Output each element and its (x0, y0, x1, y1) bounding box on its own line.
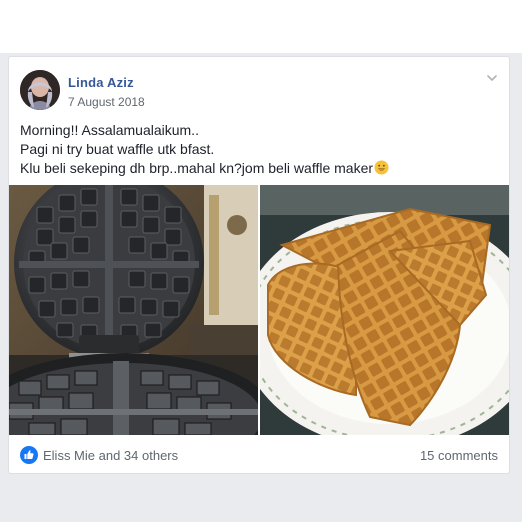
facebook-post-card: Linda Aziz 7 August 2018 Morning!! Assal… (8, 56, 510, 474)
waffles-plate-photo[interactable] (260, 185, 509, 435)
post-author[interactable]: Linda Aziz (68, 75, 134, 90)
post-text-line-with-emoji: Klu beli sekeping dh brp..mahal kn?jom b… (20, 159, 500, 180)
post-text-line: Pagi ni try buat waffle utk bfast. (20, 141, 215, 157)
post-text: Morning!! Assalamualaikum.. Pagi ni try … (20, 121, 500, 180)
post-text-line: Klu beli sekeping dh brp..mahal kn?jom b… (20, 160, 374, 176)
post-text-line: Morning!! Assalamualaikum.. (20, 122, 199, 138)
grinning-face-emoji (374, 160, 389, 180)
chevron-down-icon[interactable] (485, 71, 499, 85)
avatar[interactable] (20, 70, 60, 110)
reactions-text: Eliss Mie and 34 others (43, 447, 179, 463)
waffle-maker-photo[interactable] (9, 185, 258, 435)
post-date[interactable]: 7 August 2018 (68, 95, 145, 109)
page-top-band (0, 0, 522, 53)
like-icon (20, 446, 38, 464)
photo-grid (9, 185, 509, 435)
comments-count-link[interactable]: 15 comments (420, 448, 498, 463)
reactions-summary[interactable]: Eliss Mie and 34 others (20, 445, 178, 465)
